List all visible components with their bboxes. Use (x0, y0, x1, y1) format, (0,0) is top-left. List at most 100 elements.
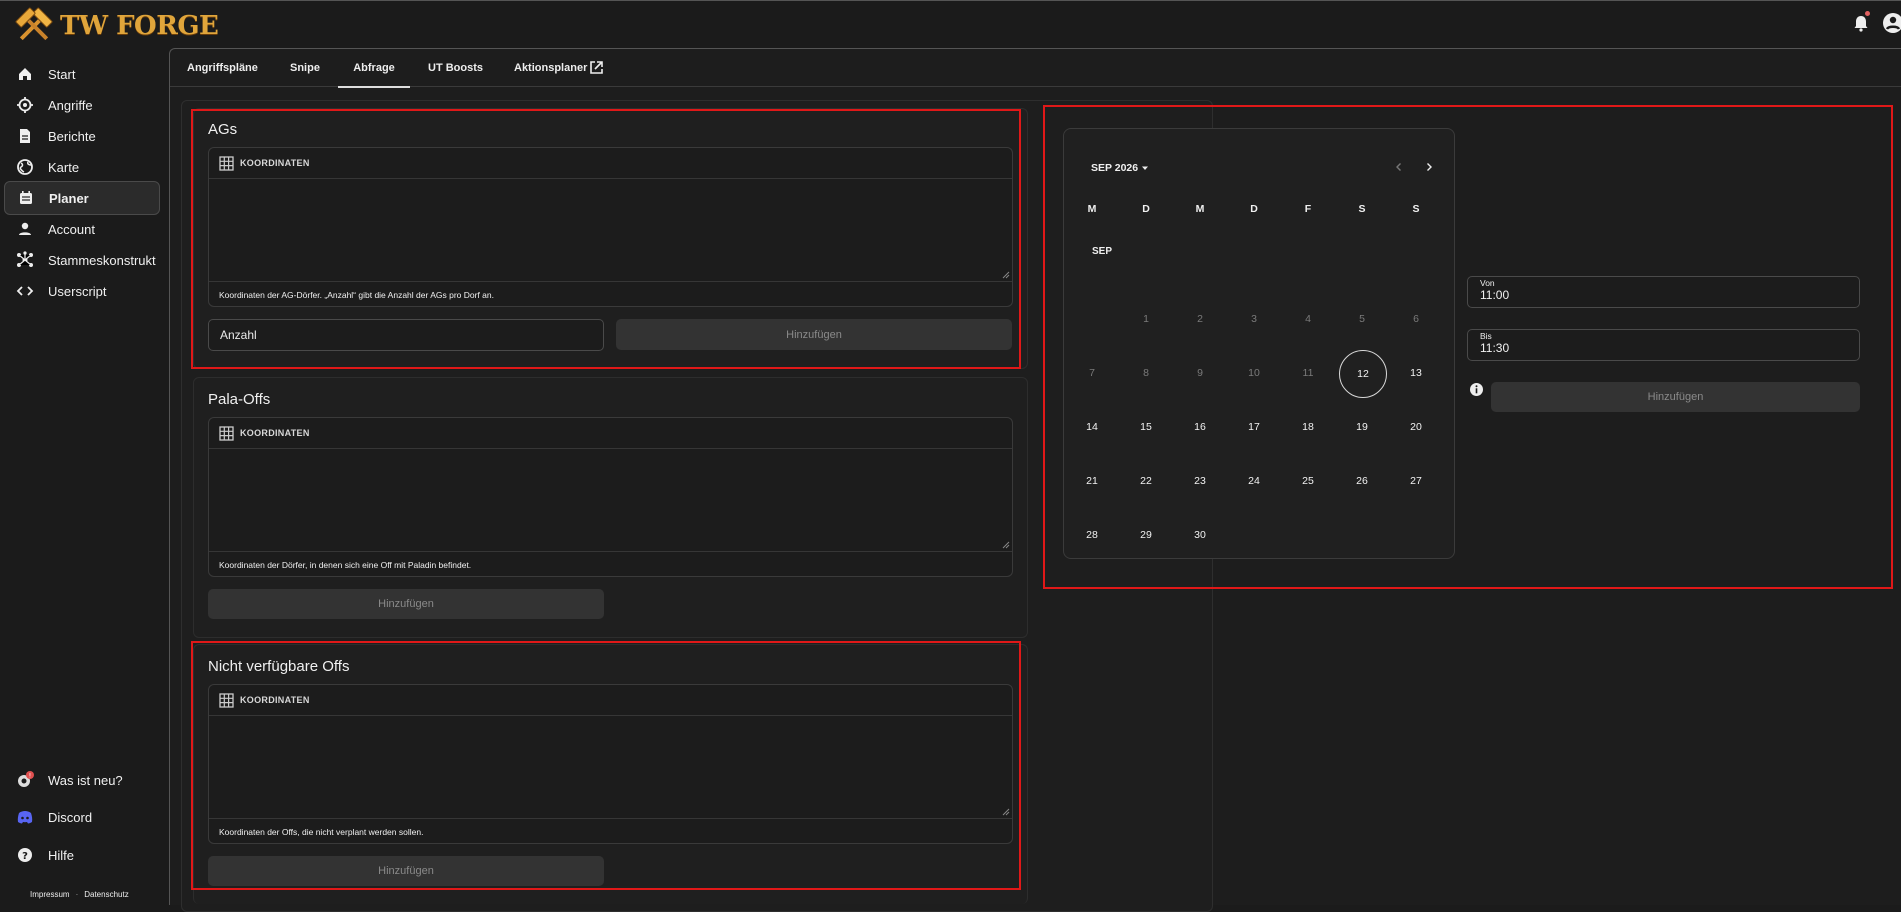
calendar-day[interactable]: 22 (1124, 459, 1168, 503)
unavailable-coordinates-box: KOORDINATEN Koordinaten der Offs, die ni… (208, 684, 1013, 844)
sidebar: Start Angriffe Berichte Karte Planer Acc… (0, 54, 168, 904)
sidebar-item-angriffe[interactable]: Angriffe (4, 88, 160, 122)
calendar-day[interactable]: 20 (1394, 405, 1438, 449)
target-icon (17, 97, 33, 113)
calendar-day[interactable]: 30 (1178, 513, 1222, 557)
calendar-day[interactable]: 29 (1124, 513, 1168, 557)
calendar-day: 9 (1197, 367, 1203, 379)
calendar-day: 3 (1251, 313, 1257, 325)
calendar-day[interactable]: 19 (1340, 405, 1384, 449)
calendar-day[interactable]: 15 (1124, 405, 1168, 449)
sidebar-item-start[interactable]: Start (4, 57, 160, 91)
sidebar-item-discord[interactable]: Discord (4, 800, 160, 834)
unavailable-add-button[interactable]: Hinzufügen (208, 856, 604, 886)
calendar-icon (20, 191, 32, 204)
notifications-bell-icon[interactable] (1851, 11, 1871, 33)
calendar-day[interactable]: 14 (1070, 405, 1114, 449)
document-icon (20, 129, 30, 143)
next-month-button[interactable] (1419, 157, 1439, 177)
info-icon[interactable] (1469, 382, 1484, 397)
chevron-right-icon (1427, 163, 1432, 171)
pala-coordinates-box: KOORDINATEN Koordinaten der Dörfer, in d… (208, 417, 1013, 577)
calendar-day: 6 (1413, 313, 1419, 325)
ags-title: AGs (208, 121, 238, 138)
calendar-day[interactable]: 24 (1232, 459, 1276, 503)
calendar-day[interactable]: 28 (1070, 513, 1114, 557)
prev-month-button[interactable] (1389, 157, 1409, 177)
pala-coordinates-textarea[interactable] (209, 449, 1012, 552)
von-time-field[interactable]: Von 11:00 (1467, 276, 1860, 308)
coordinates-header: KOORDINATEN (209, 418, 1012, 449)
calendar-day[interactable]: 18 (1286, 405, 1330, 449)
calendar-day: 5 (1359, 313, 1365, 325)
home-icon (19, 68, 31, 80)
sidebar-item-label: Karte (48, 159, 80, 175)
month-short-label: SEP (1092, 245, 1113, 257)
unavailable-coordinates-textarea[interactable] (209, 716, 1012, 819)
month-selector[interactable]: SEP 2026 (1091, 162, 1149, 174)
pala-offs-card: Pala-Offs KOORDINATEN Koordinaten der Dö… (193, 377, 1028, 638)
tab-angriffsplaene[interactable]: Angriffspläne (187, 49, 258, 86)
grid-icon (219, 692, 234, 708)
unavailable-title: Nicht verfügbare Offs (208, 658, 350, 675)
calendar-day[interactable]: 17 (1232, 405, 1276, 449)
calendar-day[interactable]: 16 (1178, 405, 1222, 449)
calendar-day[interactable]: 21 (1070, 459, 1114, 503)
sidebar-item-whats-new[interactable]: ! Was ist neu? (4, 763, 160, 797)
sidebar-item-label: Was ist neu? (48, 772, 123, 788)
sidebar-item-userscript[interactable]: Userscript (4, 274, 160, 308)
calendar-day[interactable]: 25 (1286, 459, 1330, 503)
help-icon: ? (18, 848, 32, 862)
sidebar-item-berichte[interactable]: Berichte (4, 119, 160, 153)
footer-links: Impressum · Datenschutz (30, 890, 129, 899)
resize-grip-icon[interactable] (1002, 271, 1010, 279)
sidebar-item-label: Account (48, 221, 95, 237)
sidebar-item-hilfe[interactable]: ? Hilfe (4, 838, 160, 872)
tab-ut-boosts[interactable]: UT Boosts (428, 49, 483, 86)
weekday-header: D (1250, 203, 1258, 215)
footer-separator: · (75, 890, 79, 899)
sidebar-item-account[interactable]: Account (4, 212, 160, 246)
logo-text: TW FORGE (60, 11, 219, 41)
pala-add-button[interactable]: Hinzufügen (208, 589, 604, 619)
tab-abfrage[interactable]: Abfrage (338, 49, 410, 88)
pala-hint: Koordinaten der Dörfer, in denen sich ei… (219, 560, 472, 570)
resize-grip-icon[interactable] (1002, 541, 1010, 549)
chevron-left-icon (1396, 163, 1401, 171)
date-calendar: SEP 2026 M D M D F S S SEP 1 2 3 4 5 6 7 8 9 10 11 12 13 14 15… (1063, 128, 1455, 559)
grid-icon (219, 155, 234, 171)
ags-add-button[interactable]: Hinzufügen (616, 319, 1012, 350)
weekday-header: S (1412, 203, 1420, 215)
calendar-day: 1 (1143, 313, 1149, 325)
weekday-header: F (1304, 203, 1312, 215)
resize-grip-icon[interactable] (1002, 808, 1010, 816)
calendar-day[interactable]: 13 (1394, 351, 1438, 395)
impressum-link[interactable]: Impressum (30, 890, 70, 899)
weekday-header: M (1195, 203, 1205, 215)
sidebar-item-karte[interactable]: Karte (4, 150, 160, 184)
sidebar-item-planer[interactable]: Planer (4, 181, 160, 215)
code-icon (16, 286, 34, 296)
ags-coordinates-textarea[interactable] (209, 179, 1012, 282)
calendar-day[interactable]: 26 (1340, 459, 1384, 503)
tab-snipe[interactable]: Snipe (290, 49, 320, 86)
bis-time-field[interactable]: Bis 11:30 (1467, 329, 1860, 361)
anzahl-input[interactable]: Anzahl (208, 319, 604, 351)
globe-icon (17, 159, 33, 175)
calendar-day[interactable]: 23 (1178, 459, 1222, 503)
sidebar-item-stammeskonstrukt[interactable]: Stammeskonstrukt (4, 243, 160, 277)
ags-card: AGs KOORDINATEN Koordinaten der AG-Dörfe… (193, 108, 1028, 369)
notification-dot (1865, 11, 1870, 16)
weekday-header: D (1142, 203, 1150, 215)
calendar-day[interactable]: 27 (1394, 459, 1438, 503)
calendar-day-selected[interactable]: 12 (1339, 350, 1387, 398)
header-actions (1851, 11, 1901, 34)
tab-aktionsplaner[interactable]: Aktionsplaner (514, 49, 604, 86)
user-account-icon[interactable] (1881, 12, 1901, 34)
time-add-button[interactable]: Hinzufügen (1491, 382, 1860, 412)
app-logo[interactable]: TW FORGE (14, 6, 219, 46)
person-icon (19, 222, 31, 235)
hammer-logo-icon (15, 7, 53, 41)
datenschutz-link[interactable]: Datenschutz (84, 890, 128, 899)
caret-down-icon (1142, 166, 1149, 170)
